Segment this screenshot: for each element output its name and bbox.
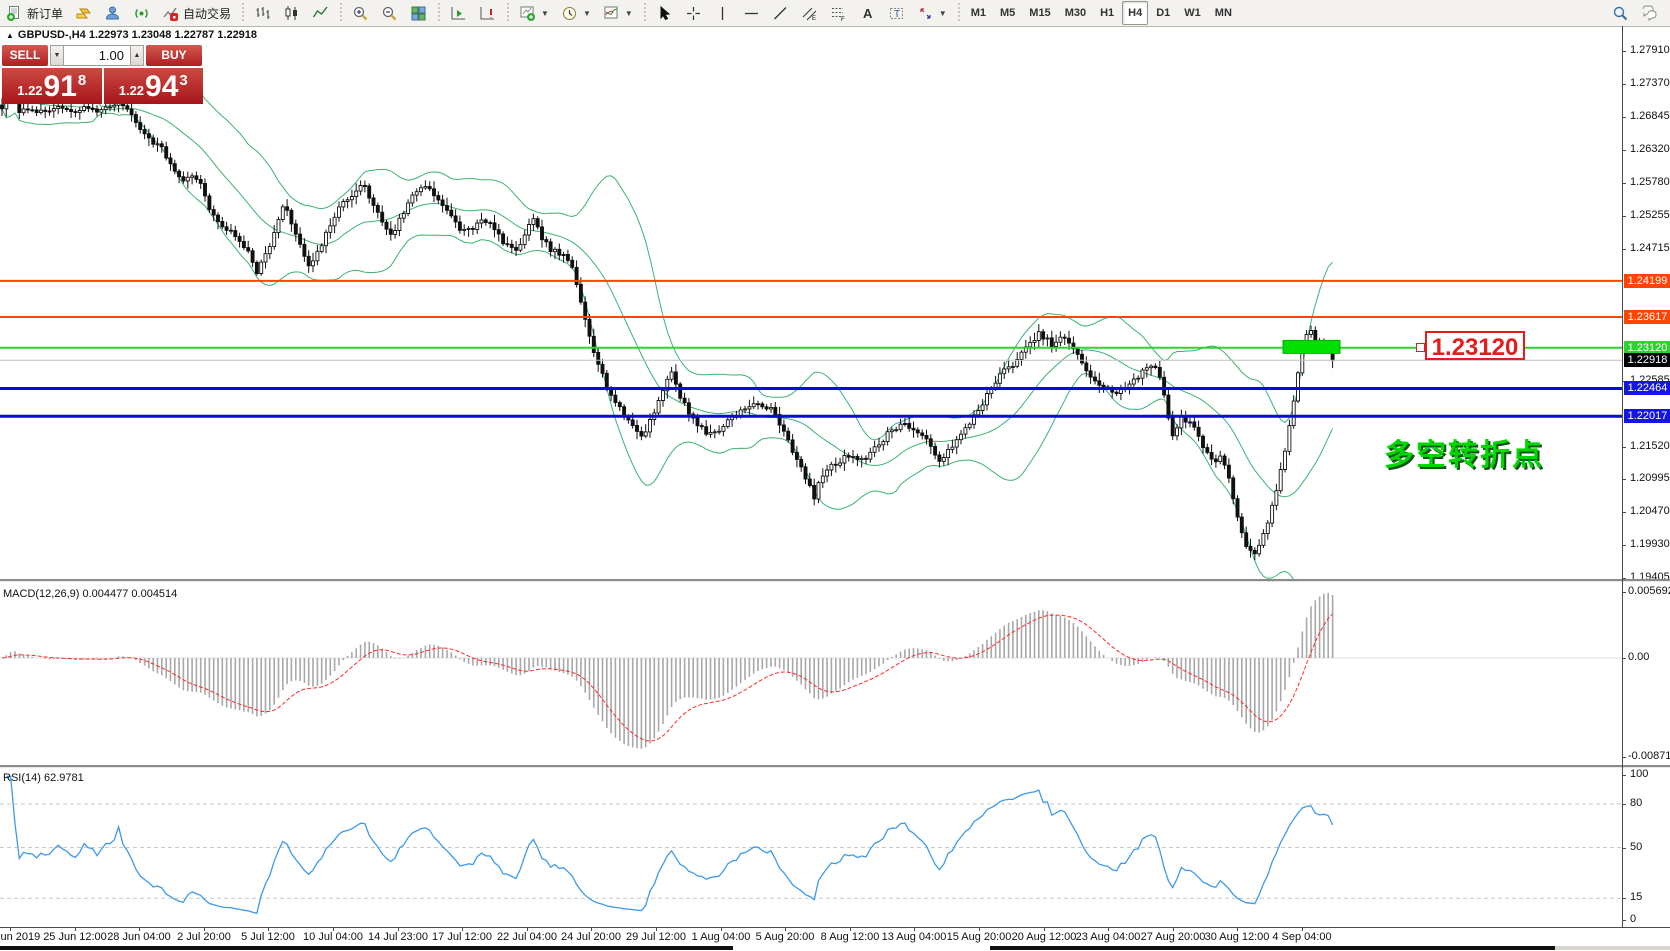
chart-canvas[interactable] [0,0,1670,951]
rsi-axis-label: 100 [1630,768,1648,780]
highlight-rectangle[interactable] [1283,340,1340,353]
time-label: 17 Jul 12:00 [432,931,492,943]
price-badge-1.23617: 1.23617 [1624,310,1670,324]
bottom-bar-segment [0,946,733,950]
symbol-ohlc-text: GBPUSD-,H4 1.22973 1.23048 1.22787 1.229… [18,29,257,41]
price-tick-label: 1.25255 [1630,209,1670,221]
callout-anchor-handle[interactable] [1416,343,1425,352]
time-label: 27 Aug 20:00 [1141,931,1206,943]
time-label: 22 Jul 04:00 [497,931,557,943]
time-label: 8 Aug 12:00 [821,931,880,943]
sell-button[interactable]: SELL [2,45,48,66]
time-label: 23 Aug 04:00 [1076,931,1141,943]
time-label: 20 Aug 12:00 [1012,931,1077,943]
time-label: 5 Aug 20:00 [756,931,815,943]
bid-price-panel[interactable]: 1.22 91 8 [2,68,102,104]
pane-splitter-macd[interactable] [0,579,1670,582]
one-click-trading-panel: SELL ▼ 1.00 ▲ BUY 1.22 91 8 1.22 94 3 [2,45,203,104]
volume-increase-button[interactable]: ▲ [130,45,144,66]
macd-indicator-label: MACD(12,26,9) 0.004477 0.004514 [3,588,177,600]
time-label: 20 Jun 2019 [0,931,40,943]
price-tick-label: 1.26845 [1630,110,1670,122]
volume-input[interactable]: 1.00 [64,45,130,66]
chinese-annotation[interactable]: 多空转折点 [1384,430,1544,474]
macd-axis-label: -0.008717 [1628,750,1670,762]
time-label: 25 Jun 12:00 [43,931,107,943]
ask-pipette: 3 [179,72,187,89]
macd-axis-label: 0.00 [1628,651,1649,663]
price-axis-line [1622,26,1623,927]
buy-button[interactable]: BUY [146,45,202,66]
time-label: 28 Jun 04:00 [107,931,171,943]
price-callout-label[interactable]: 1.23120 [1425,331,1525,360]
time-label: 10 Jul 04:00 [303,931,363,943]
ask-price-panel[interactable]: 1.22 94 3 [104,68,204,104]
time-label: 30 Aug 12:00 [1205,931,1270,943]
time-label: 1 Aug 04:00 [692,931,751,943]
ask-prefix: 1.22 [119,83,144,98]
time-label: 24 Jul 20:00 [561,931,621,943]
price-tick-label: 1.25780 [1630,176,1670,188]
time-label: 13 Aug 04:00 [882,931,947,943]
rsi-axis-label: 80 [1630,797,1642,809]
time-label: 4 Sep 04:00 [1272,931,1331,943]
candlesticks [1,76,1335,560]
time-axis-line [0,927,1670,928]
rsi-axis-label: 0 [1630,913,1636,925]
rsi-axis-label: 15 [1630,891,1642,903]
bottom-bar-segment [990,946,1555,950]
price-tick-label: 1.20470 [1630,505,1670,517]
macd-histogram [2,593,1333,749]
price-badge-1.22017: 1.22017 [1624,409,1670,423]
bid-prefix: 1.22 [17,83,42,98]
price-tick-label: 1.27370 [1630,77,1670,89]
rsi-line [6,776,1332,913]
bid-big-digits: 91 [44,73,77,101]
price-tick-label: 1.26320 [1630,143,1670,155]
collapse-one-click-icon[interactable]: ▲ [6,31,14,40]
macd-axis-label: 0.005692 [1628,585,1670,597]
rsi-axis-label: 50 [1630,841,1642,853]
time-label: 5 Jul 12:00 [241,931,295,943]
price-badge-1.24199: 1.24199 [1624,274,1670,288]
price-tick-label: 1.27910 [1630,44,1670,56]
time-label: 15 Aug 20:00 [947,931,1012,943]
price-tick-label: 1.19930 [1630,538,1670,550]
bottom-bar-tail [1555,946,1670,950]
price-tick-label: 1.24715 [1630,242,1670,254]
chart-symbol-title: ▲ GBPUSD-,H4 1.22973 1.23048 1.22787 1.2… [6,29,257,41]
pane-splitter-rsi[interactable] [0,765,1670,768]
ask-big-digits: 94 [145,73,178,101]
time-label: 2 Jul 20:00 [177,931,231,943]
time-label: 29 Jul 12:00 [626,931,686,943]
mt4-window: 新订单自动交易▼▼▼EFAT▼M1M5M15M30H1H4D1W1MN ▲ GB… [0,0,1670,951]
price-tick-label: 1.21520 [1630,440,1670,452]
price-badge-1.22918: 1.22918 [1624,353,1670,367]
price-tick-label: 1.20995 [1630,472,1670,484]
volume-decrease-button[interactable]: ▼ [50,45,64,66]
bid-pipette: 8 [78,72,86,89]
time-label: 14 Jul 23:00 [368,931,428,943]
rsi-indicator-label: RSI(14) 62.9781 [3,772,84,784]
price-badge-1.22464: 1.22464 [1624,381,1670,395]
